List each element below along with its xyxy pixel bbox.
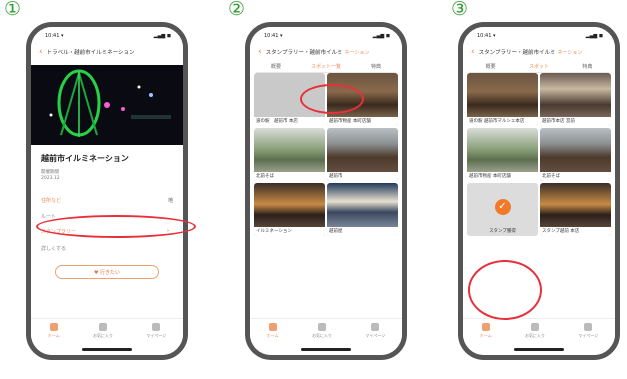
info-row-address[interactable]: 住所など 地	[41, 197, 173, 207]
nav-mypage[interactable]: マイページ	[578, 323, 598, 339]
page-title: スタンプラリー・越前市イルミ	[478, 50, 556, 56]
spot-card[interactable]: 越前屋	[327, 183, 398, 236]
nav-favorites[interactable]: お気に入り	[525, 323, 545, 339]
step-number-2: ②	[228, 0, 246, 20]
spot-card[interactable]: スタンプ越前 本店	[540, 183, 611, 236]
page-title: スタンプラリー・越前市イルミ	[265, 50, 343, 56]
nav-bar: ‹ トラベル・越前市イルミネーション	[39, 45, 175, 59]
check-stamp-icon: ✓	[494, 199, 511, 215]
phone-1: 10:41 ▾ ▂▄▆ ◼ ‹ トラベル・越前市イルミネーション 越前市イルミネ…	[26, 22, 188, 360]
event-photo	[31, 65, 183, 145]
screen-event-detail: 10:41 ▾ ▂▄▆ ◼ ‹ トラベル・越前市イルミネーション 越前市イルミネ…	[31, 27, 183, 355]
illumination-image	[49, 69, 171, 137]
page-title: トラベル・越前市イルミネーション	[46, 50, 135, 56]
nav-home[interactable]: ホーム	[267, 323, 279, 339]
bottom-navigation: ホーム お気に入り マイページ	[463, 318, 615, 343]
event-title: 越前市イルミネーション	[41, 154, 129, 163]
highlight-stamp-rally-row	[36, 215, 196, 238]
highlight-stamped-spot	[468, 260, 542, 320]
event-meta-2: 2023.12	[41, 176, 60, 181]
user-icon	[371, 323, 380, 331]
bottom-navigation: ホーム お気に入り マイページ	[250, 318, 402, 343]
nav-mypage[interactable]: マイページ	[365, 323, 385, 339]
spot-card[interactable]: 道の駅 越前市マルシェ本店	[467, 73, 538, 126]
nav-home[interactable]: ホーム	[480, 323, 492, 339]
tab-overview[interactable]: 概要	[267, 63, 285, 70]
home-indicator	[82, 348, 132, 351]
nav-favorites[interactable]: お気に入り	[312, 323, 332, 339]
home-indicator	[301, 348, 351, 351]
event-meta-1: 開催期間	[41, 170, 59, 175]
tab-spot-list[interactable]: スポット一覧	[307, 63, 345, 70]
user-icon	[584, 323, 593, 331]
spot-card[interactable]: 越前市本店 宮前	[540, 73, 611, 126]
status-bar: 10:41 ▾ ▂▄▆ ◼	[45, 33, 171, 39]
spot-card[interactable]: 北前そば	[540, 128, 611, 181]
spot-card[interactable]: 北前そば	[254, 128, 325, 181]
back-arrow-icon[interactable]: ‹	[39, 47, 43, 57]
step-number-3: ③	[451, 0, 469, 20]
favorite-button[interactable]: ♥ 行きたい	[55, 265, 159, 279]
nav-bar: ‹ スタンプラリー・越前市イルミ ネーション	[258, 47, 370, 57]
tab-bar: 概要 スポット 特典	[469, 60, 609, 73]
heart-icon	[98, 323, 107, 331]
nav-bar: ‹ スタンプラリー・越前市イルミ ネーション	[471, 47, 583, 57]
screen-stamp-rally-spots: 10:41 ▾ ▂▄▆ ◼ ‹ スタンプラリー・越前市イルミ ネーション 概要 …	[250, 27, 402, 355]
home-icon	[49, 323, 58, 331]
spot-grid: 道の駅 越前市マルシェ本店 越前市本店 宮前 越前市物産 本町店舗 北前そば ✓…	[467, 73, 611, 236]
spot-card-stamped[interactable]: ✓ スタンプ獲得	[467, 183, 538, 236]
spot-card[interactable]: イルミネーション	[254, 183, 325, 236]
highlight-spot-list-tab	[300, 84, 364, 114]
home-icon	[268, 323, 277, 331]
status-bar: 10:41 ▾ ▂▄▆ ◼	[477, 33, 603, 39]
back-arrow-icon[interactable]: ‹	[471, 47, 475, 57]
user-icon	[152, 323, 161, 331]
tab-benefits[interactable]: 特典	[367, 63, 385, 70]
bottom-navigation: ホーム お気に入り マイページ	[31, 318, 183, 343]
back-arrow-icon[interactable]: ‹	[258, 47, 262, 57]
step-number-1: ①	[4, 0, 22, 20]
spot-card[interactable]: 越前市	[327, 128, 398, 181]
nav-favorites[interactable]: お気に入り	[93, 323, 113, 339]
info-row-details[interactable]: 詳しくする	[41, 245, 66, 252]
nav-mypage[interactable]: マイページ	[146, 323, 166, 339]
tab-spot-list[interactable]: スポット	[525, 63, 553, 70]
status-bar: 10:41 ▾ ▂▄▆ ◼	[264, 33, 390, 39]
tab-benefits[interactable]: 特典	[578, 63, 596, 70]
heart-icon	[317, 323, 326, 331]
phone-2: 10:41 ▾ ▂▄▆ ◼ ‹ スタンプラリー・越前市イルミ ネーション 概要 …	[245, 22, 407, 360]
heart-icon	[530, 323, 539, 331]
home-icon	[481, 323, 490, 331]
tab-bar: 概要 スポット一覧 特典	[256, 60, 396, 73]
tab-overview[interactable]: 概要	[482, 63, 500, 70]
nav-home[interactable]: ホーム	[48, 323, 60, 339]
home-indicator	[514, 348, 564, 351]
spot-card[interactable]: 越前市物産 本町店舗	[467, 128, 538, 181]
